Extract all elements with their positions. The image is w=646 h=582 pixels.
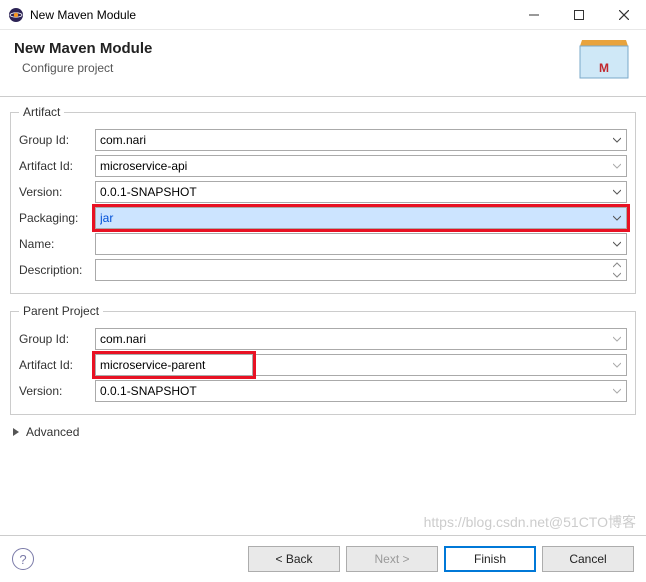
parent-legend: Parent Project bbox=[19, 304, 103, 318]
packaging-input[interactable] bbox=[95, 207, 627, 229]
maximize-button[interactable] bbox=[556, 0, 601, 30]
version-input[interactable] bbox=[95, 181, 627, 203]
artifact-id-input bbox=[95, 155, 627, 177]
group-id-label: Group Id: bbox=[19, 133, 95, 147]
svg-text:M: M bbox=[599, 61, 609, 75]
packaging-label: Packaging: bbox=[19, 211, 95, 225]
header-title: New Maven Module bbox=[14, 40, 576, 57]
cancel-button[interactable]: Cancel bbox=[542, 546, 634, 572]
description-label: Description: bbox=[19, 263, 95, 277]
maven-icon: M bbox=[576, 40, 632, 82]
back-button[interactable]: < Back bbox=[248, 546, 340, 572]
triangle-right-icon bbox=[12, 428, 20, 436]
artifact-legend: Artifact bbox=[19, 105, 64, 119]
advanced-toggle[interactable]: Advanced bbox=[12, 425, 636, 439]
title-bar: New Maven Module bbox=[0, 0, 646, 30]
finish-button[interactable]: Finish bbox=[444, 546, 536, 572]
name-label: Name: bbox=[19, 237, 95, 251]
artifact-id-label: Artifact Id: bbox=[19, 159, 95, 173]
close-button[interactable] bbox=[601, 0, 646, 30]
dialog-footer: ? < Back Next > Finish Cancel bbox=[0, 535, 646, 582]
window-title: New Maven Module bbox=[30, 8, 511, 22]
parent-version-input[interactable] bbox=[95, 380, 627, 402]
parent-group-id-input[interactable] bbox=[95, 328, 627, 350]
group-id-input[interactable] bbox=[95, 129, 627, 151]
minimize-button[interactable] bbox=[511, 0, 556, 30]
parent-group-id-label: Group Id: bbox=[19, 332, 95, 346]
parent-version-label: Version: bbox=[19, 384, 95, 398]
header-subtitle: Configure project bbox=[14, 61, 576, 75]
watermark: https://blog.csdn.net@51CTO博客 bbox=[424, 512, 636, 532]
description-input[interactable] bbox=[95, 259, 627, 281]
version-label: Version: bbox=[19, 185, 95, 199]
dialog-header: New Maven Module Configure project M bbox=[0, 30, 646, 97]
advanced-label: Advanced bbox=[26, 425, 79, 439]
parent-artifact-id-label: Artifact Id: bbox=[19, 358, 95, 372]
help-icon[interactable]: ? bbox=[12, 548, 34, 570]
parent-artifact-id-input[interactable] bbox=[95, 354, 253, 376]
name-input[interactable] bbox=[95, 233, 627, 255]
next-button[interactable]: Next > bbox=[346, 546, 438, 572]
artifact-group: Artifact Group Id: Artifact Id: Version: bbox=[10, 105, 636, 294]
eclipse-icon bbox=[8, 7, 24, 23]
parent-group: Parent Project Group Id: Artifact Id: V bbox=[10, 304, 636, 415]
